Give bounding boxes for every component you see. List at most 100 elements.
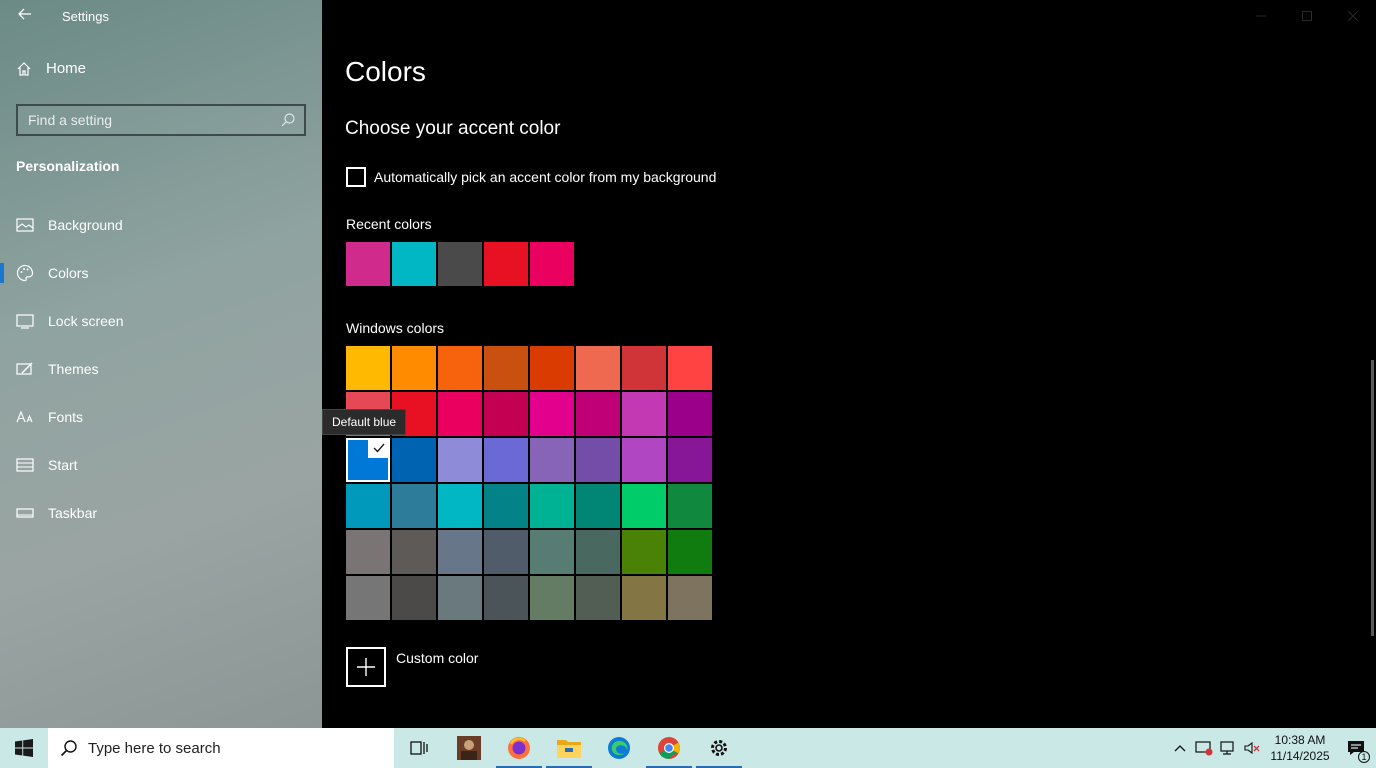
recent-color-swatch[interactable] bbox=[346, 242, 390, 286]
custom-color-label: Custom color bbox=[396, 650, 479, 666]
home-icon bbox=[17, 61, 31, 76]
sidebar-item-start[interactable]: Start bbox=[0, 441, 322, 489]
windows-color-swatch[interactable] bbox=[484, 576, 528, 620]
maximize-button[interactable] bbox=[1284, 0, 1330, 32]
windows-color-swatch[interactable] bbox=[530, 576, 574, 620]
windows-color-swatch[interactable] bbox=[622, 484, 666, 528]
search-input[interactable] bbox=[28, 112, 280, 128]
close-button[interactable] bbox=[1330, 0, 1376, 32]
sidebar-item-background[interactable]: Background bbox=[0, 201, 322, 249]
windows-color-swatch[interactable] bbox=[438, 346, 482, 390]
sidebar-item-taskbar[interactable]: Taskbar bbox=[0, 489, 322, 537]
window-controls bbox=[1238, 0, 1376, 32]
windows-color-swatch[interactable] bbox=[346, 530, 390, 574]
chrome-button[interactable] bbox=[644, 728, 694, 768]
recent-color-swatch[interactable] bbox=[530, 242, 574, 286]
windows-color-swatch[interactable] bbox=[438, 576, 482, 620]
windows-color-swatch[interactable] bbox=[622, 438, 666, 482]
security-tray-button[interactable] bbox=[1192, 728, 1216, 768]
windows-color-swatch[interactable] bbox=[346, 346, 390, 390]
taskbar-search-input[interactable] bbox=[88, 739, 368, 757]
recent-color-swatch[interactable] bbox=[392, 242, 436, 286]
network-tray-button[interactable] bbox=[1216, 728, 1240, 768]
windows-color-swatch[interactable] bbox=[576, 530, 620, 574]
windows-color-swatch[interactable] bbox=[484, 484, 528, 528]
windows-color-swatch[interactable] bbox=[622, 392, 666, 436]
personalization-nav: Background Colors Lock screen Themes Fon… bbox=[0, 201, 322, 537]
sidebar-item-fonts[interactable]: Fonts bbox=[0, 393, 322, 441]
task-view-button[interactable] bbox=[394, 728, 444, 768]
windows-color-swatch[interactable] bbox=[576, 484, 620, 528]
windows-color-swatch[interactable] bbox=[576, 576, 620, 620]
windows-color-swatch[interactable] bbox=[576, 346, 620, 390]
auto-pick-checkbox[interactable] bbox=[346, 167, 366, 187]
windows-color-swatch[interactable] bbox=[576, 438, 620, 482]
photo-app-icon bbox=[457, 736, 481, 760]
start-button[interactable] bbox=[0, 728, 48, 768]
windows-color-swatch[interactable] bbox=[392, 438, 436, 482]
windows-color-swatch[interactable] bbox=[392, 346, 436, 390]
sidebar-item-colors[interactable]: Colors bbox=[0, 249, 322, 297]
sidebar-item-lock-screen[interactable]: Lock screen bbox=[0, 297, 322, 345]
volume-tray-button[interactable] bbox=[1240, 728, 1264, 768]
windows-color-swatch[interactable] bbox=[668, 346, 712, 390]
windows-color-swatch[interactable] bbox=[484, 438, 528, 482]
photo-app-button[interactable] bbox=[444, 728, 494, 768]
windows-color-swatch[interactable] bbox=[668, 438, 712, 482]
custom-color-button[interactable]: Custom color bbox=[346, 647, 478, 687]
sidebar-item-label: Taskbar bbox=[48, 505, 98, 521]
windows-color-swatch[interactable] bbox=[530, 530, 574, 574]
search-icon bbox=[60, 740, 77, 757]
clock-date: 11/14/2025 bbox=[1270, 749, 1330, 763]
windows-color-swatch[interactable] bbox=[438, 438, 482, 482]
windows-color-swatch[interactable] bbox=[392, 530, 436, 574]
windows-color-swatch[interactable] bbox=[484, 346, 528, 390]
windows-color-swatch[interactable] bbox=[438, 484, 482, 528]
app-title: Settings bbox=[62, 9, 109, 24]
windows-color-swatch[interactable] bbox=[668, 392, 712, 436]
windows-color-swatch[interactable] bbox=[530, 484, 574, 528]
taskbar-search[interactable] bbox=[48, 728, 394, 768]
themes-icon bbox=[16, 360, 34, 378]
windows-color-swatch[interactable] bbox=[530, 438, 574, 482]
home-link[interactable]: Home bbox=[16, 60, 86, 77]
windows-color-swatch[interactable] bbox=[622, 346, 666, 390]
recent-colors-label: Recent colors bbox=[346, 216, 432, 232]
windows-color-swatch[interactable] bbox=[346, 576, 390, 620]
find-setting-search[interactable] bbox=[16, 104, 306, 136]
windows-color-swatch[interactable] bbox=[622, 530, 666, 574]
minimize-button[interactable] bbox=[1238, 0, 1284, 32]
settings-button[interactable] bbox=[694, 728, 744, 768]
windows-color-swatch[interactable] bbox=[346, 484, 390, 528]
edge-button[interactable] bbox=[594, 728, 644, 768]
checkmark-icon bbox=[368, 438, 390, 458]
windows-color-swatch[interactable] bbox=[438, 530, 482, 574]
windows-color-swatch[interactable] bbox=[438, 392, 482, 436]
colors-page: Colors Choose your accent color Automati… bbox=[322, 0, 1376, 728]
windows-color-swatch[interactable] bbox=[576, 392, 620, 436]
firefox-button[interactable] bbox=[494, 728, 544, 768]
windows-color-swatch[interactable] bbox=[392, 576, 436, 620]
recent-color-swatch[interactable] bbox=[484, 242, 528, 286]
windows-color-swatch[interactable] bbox=[668, 530, 712, 574]
clock[interactable]: 10:38 AM 11/14/2025 bbox=[1264, 732, 1336, 764]
windows-color-swatch[interactable] bbox=[346, 438, 390, 482]
windows-color-swatch[interactable] bbox=[484, 392, 528, 436]
windows-color-swatch[interactable] bbox=[530, 346, 574, 390]
sidebar-item-label: Start bbox=[48, 457, 78, 473]
windows-color-swatch[interactable] bbox=[668, 484, 712, 528]
back-button[interactable] bbox=[14, 6, 36, 28]
file-explorer-button[interactable] bbox=[544, 728, 594, 768]
sidebar-item-themes[interactable]: Themes bbox=[0, 345, 322, 393]
recent-color-swatch[interactable] bbox=[438, 242, 482, 286]
windows-color-swatch[interactable] bbox=[622, 576, 666, 620]
page-scrollbar[interactable] bbox=[1371, 360, 1374, 636]
windows-color-swatch[interactable] bbox=[668, 576, 712, 620]
section-title: Personalization bbox=[16, 158, 120, 174]
show-hidden-icons-button[interactable] bbox=[1168, 728, 1192, 768]
action-center-button[interactable]: 1 bbox=[1336, 728, 1376, 768]
windows-color-swatch[interactable] bbox=[392, 484, 436, 528]
windows-color-swatch[interactable] bbox=[484, 530, 528, 574]
windows-color-swatch[interactable] bbox=[530, 392, 574, 436]
auto-pick-accent-option[interactable]: Automatically pick an accent color from … bbox=[346, 167, 716, 187]
